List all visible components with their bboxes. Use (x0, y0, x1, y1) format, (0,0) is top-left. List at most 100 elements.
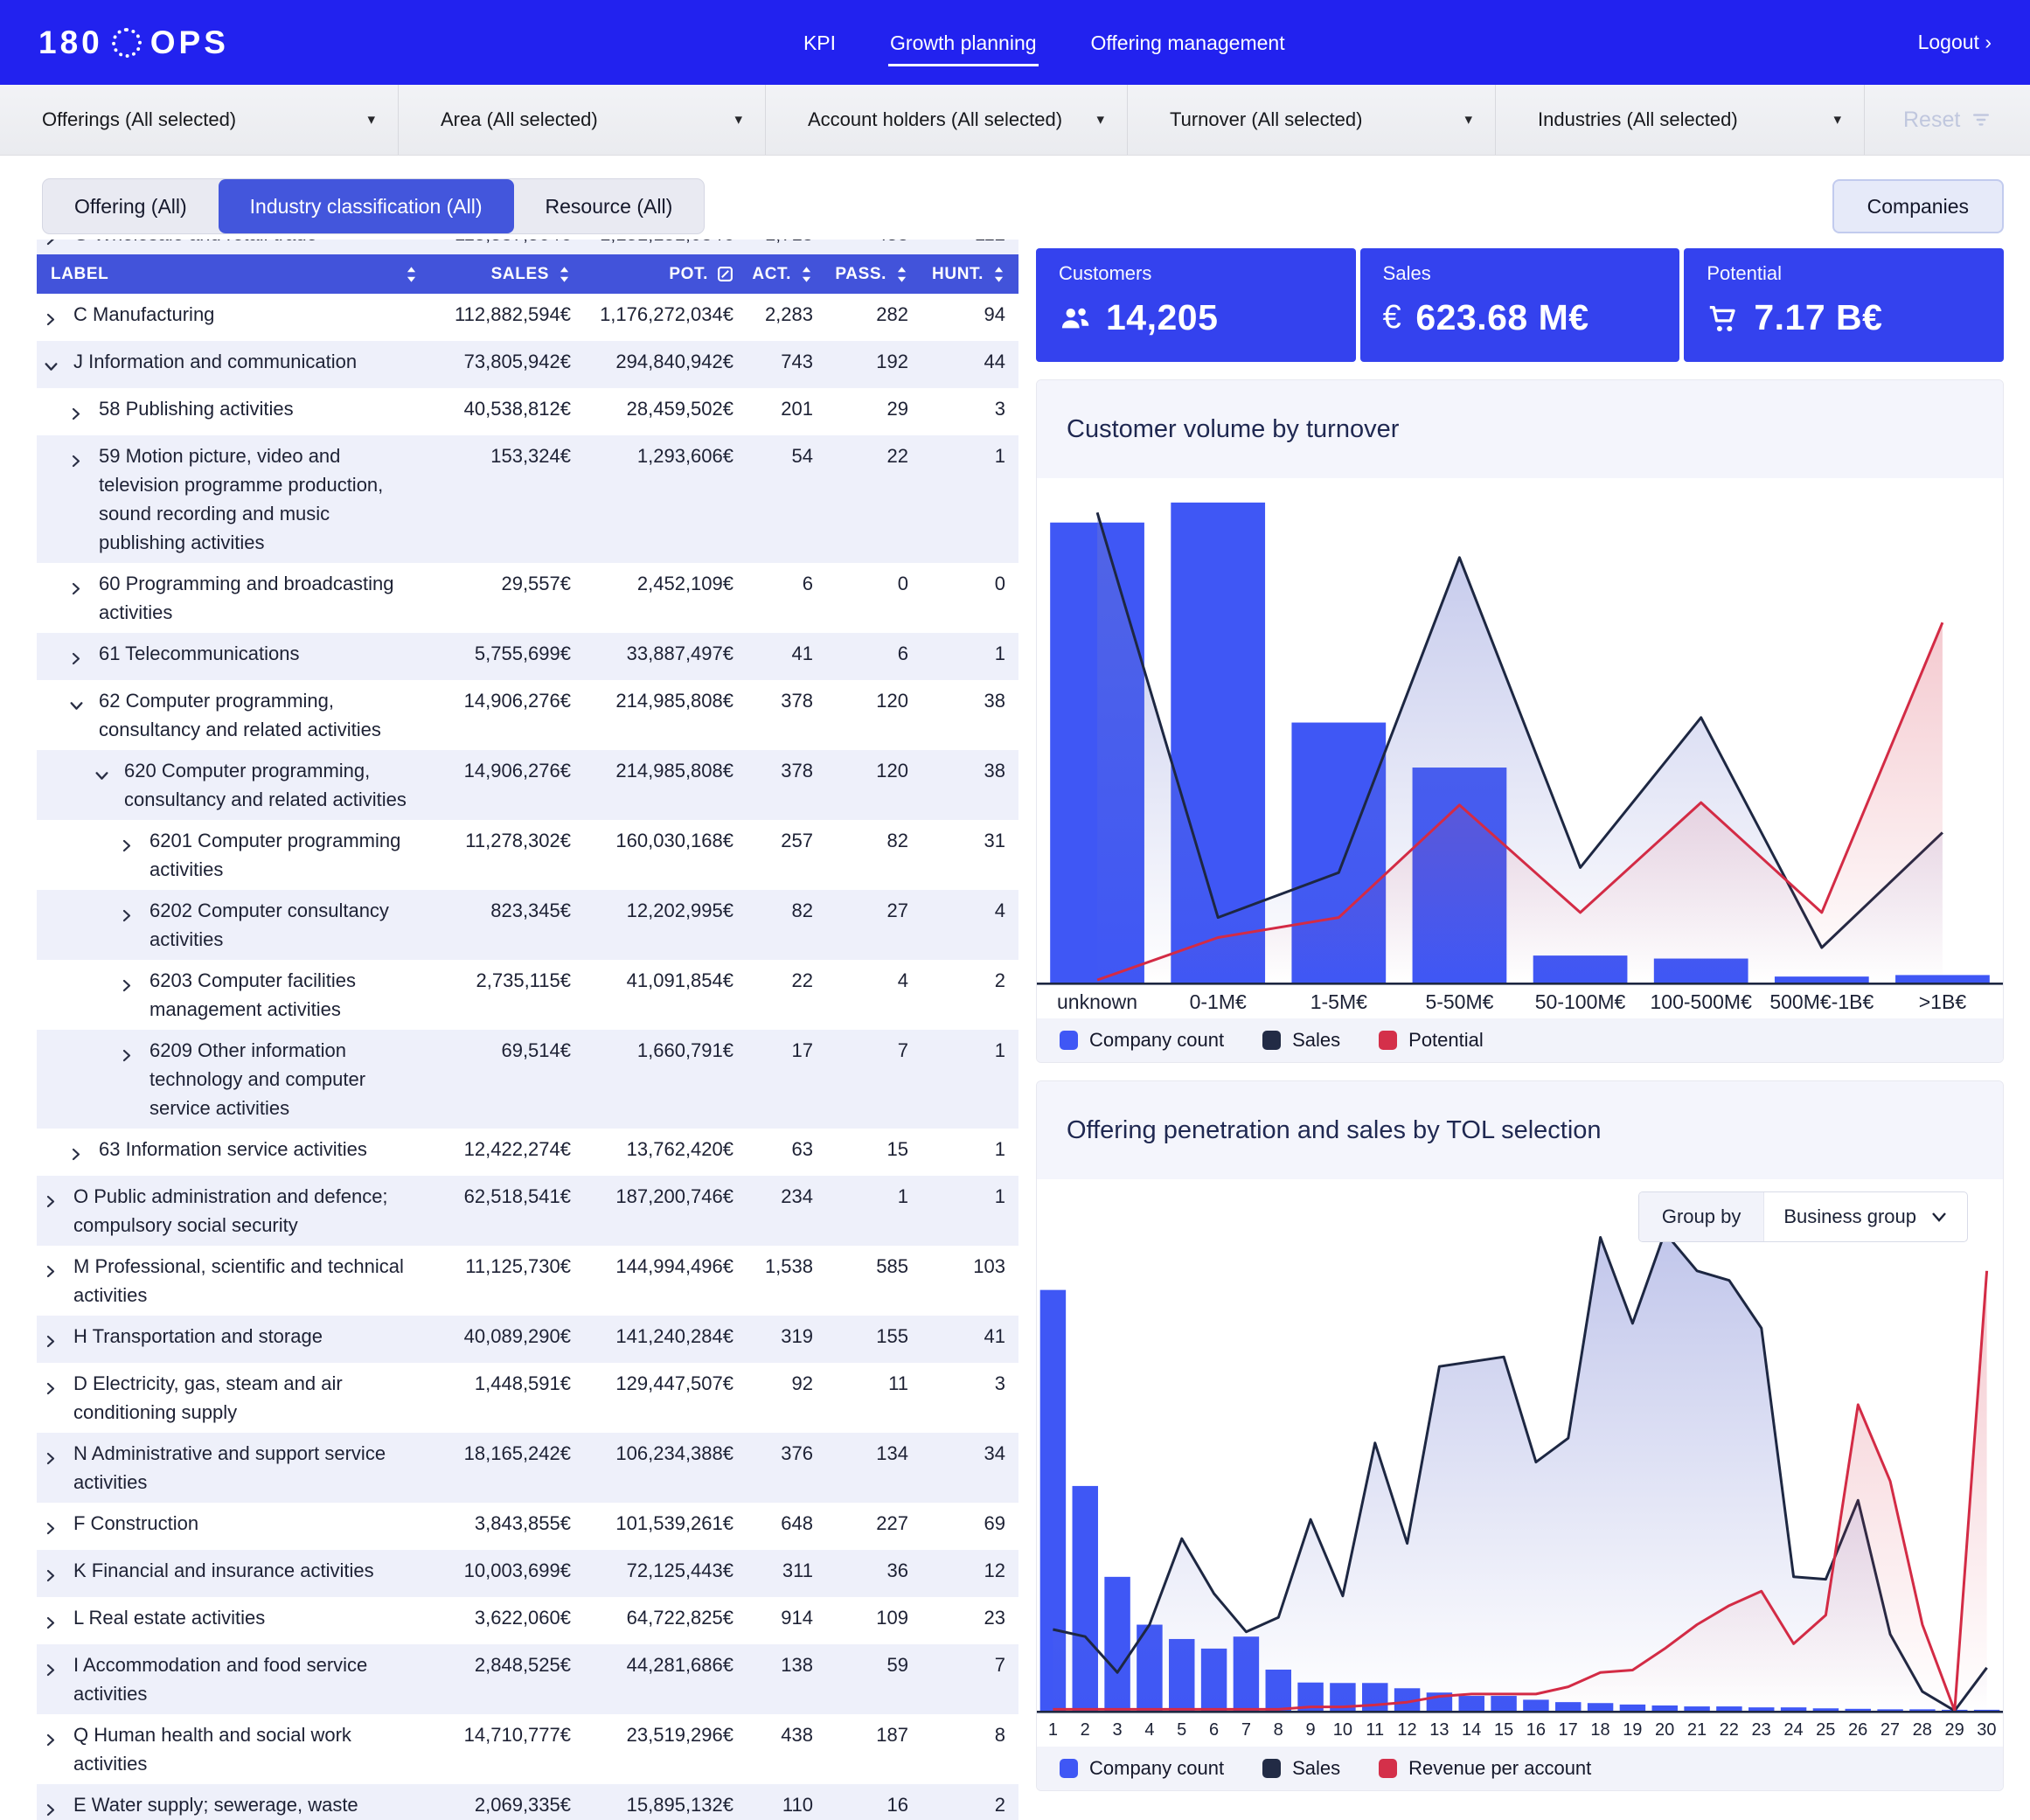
table-row[interactable]: 620 Computer programming, consultancy an… (37, 750, 1018, 820)
table-row[interactable]: C Manufacturing112,882,594€1,176,272,034… (37, 294, 1018, 341)
table-row[interactable]: 59 Motion picture, video and television … (37, 435, 1018, 563)
table-row[interactable]: 62 Computer programming, consultancy and… (37, 680, 1018, 750)
legend-swatch (1262, 1031, 1281, 1050)
table-row[interactable]: G Wholesale and retail trade115,537,564€… (37, 240, 1018, 254)
chevron-right-icon[interactable] (44, 1720, 73, 1755)
column-header-pot[interactable]: POT. (573, 265, 735, 284)
chevron-right-icon[interactable] (44, 1322, 73, 1357)
chevron-right-icon[interactable] (44, 1556, 73, 1591)
chevron-right-icon[interactable] (44, 1252, 73, 1287)
nav-item-growth-planning[interactable]: Growth planning (888, 19, 1039, 66)
filter-dropdown-1[interactable]: Offerings (All selected)▾ (0, 85, 399, 155)
nav-item-kpi[interactable]: KPI (802, 19, 838, 66)
row-cell-hunt: 94 (910, 300, 1007, 329)
nav-item-offering-management[interactable]: Offering management (1089, 19, 1287, 66)
row-cell-pot: 15,895,132€ (573, 1790, 735, 1819)
tab-resource-all-[interactable]: Resource (All) (514, 179, 705, 233)
chevron-right-icon[interactable] (44, 1603, 73, 1638)
chevron-right-icon[interactable] (69, 394, 99, 429)
filter-dropdown-4[interactable]: Turnover (All selected)▾ (1128, 85, 1496, 155)
logout-link[interactable]: Logout › (1918, 31, 1992, 54)
tab-industry-classification-all-[interactable]: Industry classification (All) (219, 179, 514, 233)
row-cell-hunt: 3 (910, 1369, 1007, 1398)
chevron-right-icon[interactable] (44, 1182, 73, 1217)
table-row[interactable]: L Real estate activities3,622,060€64,722… (37, 1597, 1018, 1644)
table-row[interactable]: O Public administration and defence; com… (37, 1176, 1018, 1246)
chevron-right-icon[interactable] (44, 1509, 73, 1544)
filter-dropdown-2[interactable]: Area (All selected)▾ (399, 85, 766, 155)
chevron-down-icon[interactable] (94, 756, 124, 791)
column-header-sales[interactable]: SALES (430, 265, 573, 284)
chevron-right-icon[interactable] (44, 1790, 73, 1820)
chevron-right-icon[interactable] (69, 441, 99, 476)
row-cell-pot: 1,151,151,034€ (573, 240, 735, 248)
chevron-right-icon[interactable] (120, 1036, 149, 1071)
chevron-right-icon[interactable] (69, 569, 99, 604)
chevron-right-icon[interactable] (69, 639, 99, 674)
table-row[interactable]: 63 Information service activities12,422,… (37, 1129, 1018, 1176)
table-row[interactable]: Q Human health and social work activitie… (37, 1714, 1018, 1784)
sort-icon[interactable] (405, 265, 418, 284)
tol-chart-plot[interactable] (1037, 1228, 2003, 1713)
chevron-right-icon[interactable] (120, 826, 149, 861)
chevron-right-icon[interactable] (44, 1369, 73, 1404)
row-cell-hunt: 2 (910, 966, 1007, 995)
table-row[interactable]: D Electricity, gas, steam and air condit… (37, 1363, 1018, 1433)
table-row[interactable]: I Accommodation and food service activit… (37, 1644, 1018, 1714)
turnover-chart-plot[interactable] (1037, 478, 2003, 985)
row-label: 6209 Other information technology and co… (149, 1036, 430, 1122)
table-row[interactable]: 6209 Other information technology and co… (37, 1030, 1018, 1129)
chevron-right-icon[interactable] (44, 240, 73, 254)
chevron-right-icon[interactable] (44, 1650, 73, 1685)
table-row[interactable]: M Professional, scientific and technical… (37, 1246, 1018, 1316)
legend-label: Revenue per account (1408, 1757, 1591, 1780)
table-row[interactable]: 6201 Computer programming activities11,2… (37, 820, 1018, 890)
sort-icon[interactable] (992, 265, 1005, 284)
column-header-pass[interactable]: PASS. (815, 265, 910, 284)
chevron-right-icon[interactable] (69, 1135, 99, 1170)
filter-dropdown-3[interactable]: Account holders (All selected)▾ (766, 85, 1128, 155)
filter-icon (1971, 109, 1992, 130)
sort-icon[interactable] (558, 265, 571, 284)
chart-card-tol: Offering penetration and sales by TOL se… (1036, 1080, 2004, 1791)
filter-dropdown-5[interactable]: Industries (All selected)▾ (1496, 85, 1865, 155)
row-label: F Construction (73, 1509, 430, 1538)
column-header-hunt[interactable]: HUNT. (910, 265, 1007, 284)
table-row[interactable]: 61 Telecommunications5,755,699€33,887,49… (37, 633, 1018, 680)
table-row[interactable]: F Construction3,843,855€101,539,261€6482… (37, 1503, 1018, 1550)
table-row[interactable]: E Water supply; sewerage, waste manageme… (37, 1784, 1018, 1820)
table-row[interactable]: K Financial and insurance activities10,0… (37, 1550, 1018, 1597)
row-cell-sales: 11,278,302€ (430, 826, 573, 855)
chevron-right-icon[interactable] (120, 966, 149, 1001)
column-header-label[interactable]: LABEL (37, 265, 430, 284)
chevron-down-icon[interactable] (69, 686, 99, 721)
row-cell-act: 138 (735, 1650, 815, 1679)
row-cell-act: 257 (735, 826, 815, 855)
table-row[interactable]: 6203 Computer facilities management acti… (37, 960, 1018, 1030)
chevron-right-icon[interactable] (44, 1439, 73, 1474)
logo-circle-icon (112, 28, 142, 58)
row-label-cell: M Professional, scientific and technical… (37, 1252, 430, 1309)
sort-icon[interactable] (895, 265, 908, 284)
row-label: I Accommodation and food service activit… (73, 1650, 430, 1708)
row-cell-pass: 11 (815, 1369, 910, 1398)
chevron-down-icon[interactable] (44, 347, 73, 382)
table-row[interactable]: 60 Programming and broadcasting activiti… (37, 563, 1018, 633)
chevron-right-icon[interactable] (120, 896, 149, 931)
table-row[interactable]: N Administrative and support service act… (37, 1433, 1018, 1503)
row-cell-act: 22 (735, 966, 815, 995)
table-row[interactable]: J Information and communication73,805,94… (37, 341, 1018, 388)
table-row[interactable]: 6202 Computer consultancy activities823,… (37, 890, 1018, 960)
group-by-select[interactable]: Business group (1764, 1192, 1967, 1241)
table-row[interactable]: 58 Publishing activities40,538,812€28,45… (37, 388, 1018, 435)
kpi-card-customers: Customers14,205 (1036, 248, 1356, 362)
tab-offering-all-[interactable]: Offering (All) (43, 179, 219, 233)
chevron-right-icon[interactable] (44, 300, 73, 335)
companies-button[interactable]: Companies (1832, 179, 2004, 233)
row-cell-act: 2,283 (735, 300, 815, 329)
column-header-act[interactable]: ACT. (735, 265, 815, 284)
table-row[interactable]: H Transportation and storage40,089,290€1… (37, 1316, 1018, 1363)
x-axis-label: 100-500M€ (1641, 990, 1762, 1014)
sort-icon[interactable] (800, 265, 813, 284)
pot-sorted-icon[interactable] (717, 266, 733, 282)
